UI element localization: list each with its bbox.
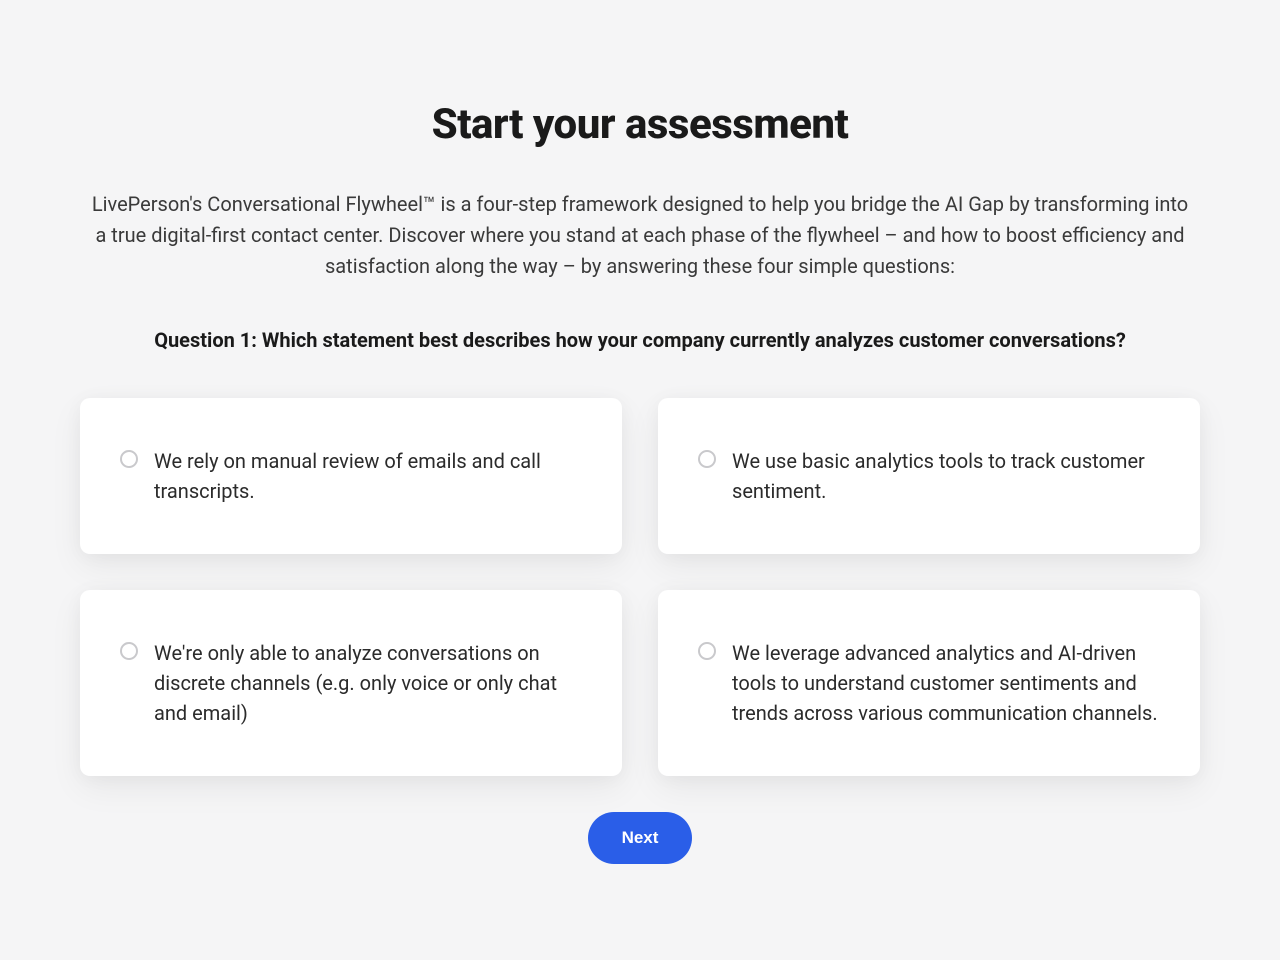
radio-icon (120, 450, 138, 468)
option-card-1[interactable]: We rely on manual review of emails and c… (80, 398, 622, 554)
question-text: Question 1: Which statement best describ… (80, 328, 1200, 352)
assessment-description: LivePerson's Conversational Flywheel™ is… (80, 189, 1200, 282)
options-grid: We rely on manual review of emails and c… (80, 398, 1200, 776)
assessment-container: Start your assessment LivePerson's Conve… (60, 0, 1220, 864)
radio-icon (698, 450, 716, 468)
option-text: We rely on manual review of emails and c… (154, 446, 582, 506)
option-card-4[interactable]: We leverage advanced analytics and AI-dr… (658, 590, 1200, 776)
option-text: We're only able to analyze conversations… (154, 638, 582, 728)
page-title: Start your assessment (80, 100, 1200, 149)
radio-icon (120, 642, 138, 660)
option-text: We leverage advanced analytics and AI-dr… (732, 638, 1160, 728)
option-text: We use basic analytics tools to track cu… (732, 446, 1160, 506)
button-wrap: Next (80, 812, 1200, 864)
radio-icon (698, 642, 716, 660)
option-card-2[interactable]: We use basic analytics tools to track cu… (658, 398, 1200, 554)
next-button[interactable]: Next (588, 812, 693, 864)
option-card-3[interactable]: We're only able to analyze conversations… (80, 590, 622, 776)
